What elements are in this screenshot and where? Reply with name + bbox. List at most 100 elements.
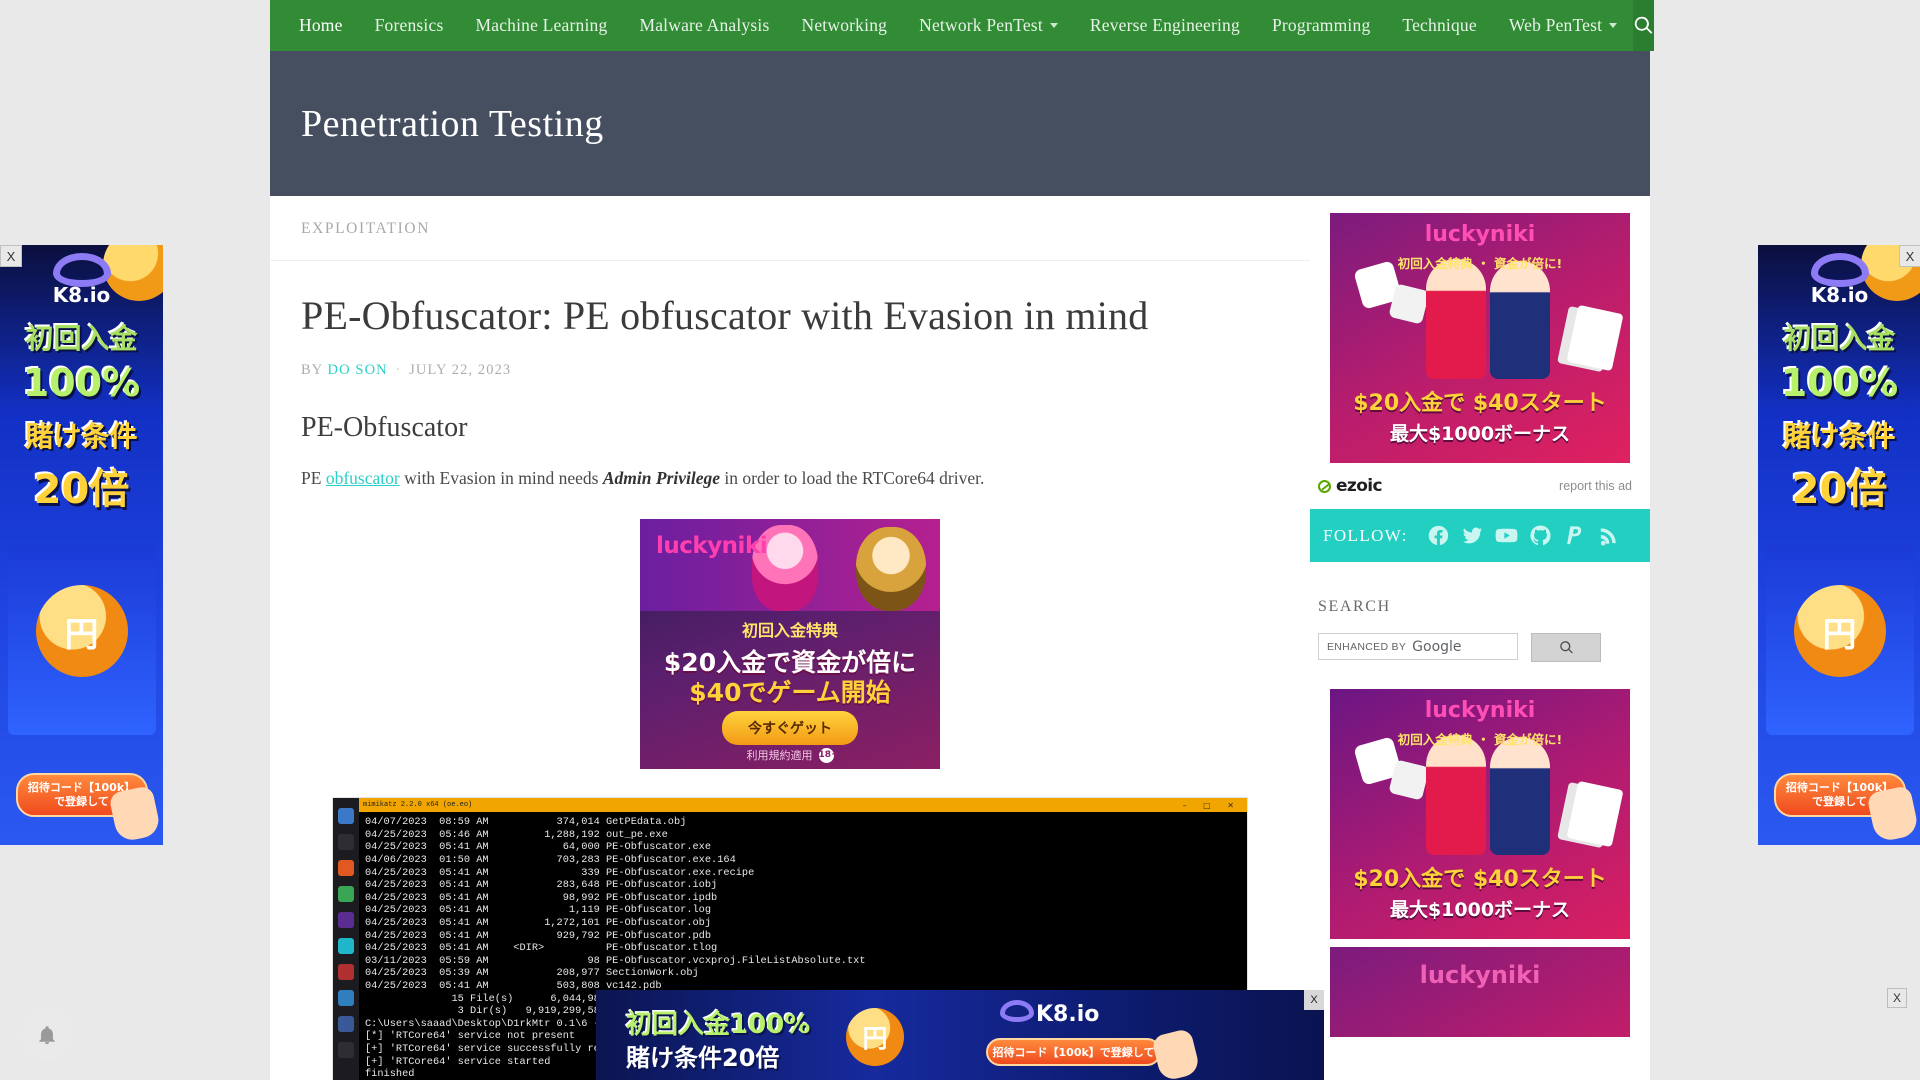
sidebar-ad-bottom[interactable]: luckyniki 初回入金特典 ・ 資金が倍に! $20入金で $40スタート…: [1330, 689, 1630, 939]
nav-item-home[interactable]: Home: [283, 0, 359, 51]
site-container: Home Forensics Machine Learning Malware Ana…: [270, 0, 1655, 1080]
meta-separator: ·: [395, 362, 402, 378]
report-this-ad-link[interactable]: report this ad: [1559, 479, 1632, 493]
terminal-line: 04/25/2023 05:41 AM 1,119 PE-Obfuscator.…: [365, 904, 712, 917]
search-row: ENHANCED BY Google: [1318, 633, 1650, 662]
search-submit-button[interactable]: [1531, 633, 1601, 662]
section-heading: PE-Obfuscator: [301, 412, 468, 443]
bottom-ad-line1: 初回入金100%: [626, 1010, 811, 1040]
cursor-hand-icon: [108, 784, 162, 844]
bottom-ad-outer-close-button[interactable]: X: [1887, 988, 1907, 1008]
search-icon: [1634, 16, 1653, 34]
terminal-line: 04/06/2023 01:50 AM 703,283 PE-Obfuscato…: [365, 854, 736, 867]
yen-coin-icon: [1793, 585, 1886, 677]
category-strip: EXPLOITATION: [270, 196, 1310, 261]
nav-item-network-pentest[interactable]: Network PenTest: [903, 0, 1074, 51]
site-header: Penetration Testing: [270, 51, 1650, 196]
terminal-line: 04/25/2023 05:41 AM 1,272,101 PE-Obfusca…: [365, 917, 712, 929]
nav-item-malware-analysis[interactable]: Malware Analysis: [623, 0, 785, 51]
app-icon: [338, 990, 354, 1007]
facebook-icon[interactable]: [1427, 524, 1450, 547]
right-rail-line3: 賭け条件: [1783, 420, 1896, 453]
nav-item-label: Web PenTest: [1508, 15, 1603, 35]
k8-logo-icon: [1000, 1000, 1034, 1022]
by-label: BY: [301, 362, 323, 378]
left-rail-brand: K8.io: [52, 283, 111, 307]
app-icon: [338, 1016, 354, 1033]
character-graphic: [1490, 261, 1550, 379]
right-rail-ad-close-button[interactable]: X: [1899, 245, 1920, 267]
ezoic-bar: ezoic report this ad: [1310, 463, 1650, 509]
in-article-ad-cta-button[interactable]: 今すぐゲット: [722, 711, 858, 746]
nav-item-reverse-engineering[interactable]: Reverse Engineering: [1074, 0, 1256, 51]
explorer-icon: [338, 886, 354, 903]
app-icon: [338, 938, 354, 955]
paragraph-bold: Admin Privilege: [602, 468, 721, 488]
dice-graphic: [1388, 759, 1430, 801]
bottom-ad-close-button[interactable]: X: [1304, 990, 1324, 1010]
start-icon: [338, 808, 354, 825]
search-icon: [338, 834, 354, 851]
paypal-icon[interactable]: [1563, 524, 1586, 547]
github-icon[interactable]: [1529, 524, 1552, 547]
follow-bar: FOLLOW:: [1310, 509, 1650, 562]
cursor-hand-icon: [1151, 1027, 1201, 1080]
left-rail-line3: 賭け条件: [25, 420, 138, 453]
sidebar-ad-top-line2: $20入金で $40スタート: [1353, 391, 1607, 416]
sidebar-ad-top[interactable]: luckyniki 初回入金特典 ・ 資金が倍に! $20入金で $40スタート…: [1330, 213, 1630, 463]
post-meta: BY DO SON · JULY 22, 2023: [301, 362, 1279, 379]
age-rating-badge: 18+: [818, 748, 839, 764]
nav-item-forensics[interactable]: Forensics: [359, 0, 460, 51]
terminal-line: 04/25/2023 05:41 AM 929,792 PE-Obfuscato…: [365, 929, 712, 942]
sidebar: luckyniki 初回入金特典 ・ 資金が倍に! $20入金で $40スタート…: [1310, 196, 1650, 1080]
ezoic-logo-text: ezoic: [1336, 476, 1383, 496]
terminal-line: 04/25/2023 05:41 AM 98,992 PE-Obfuscator…: [365, 891, 718, 904]
dice-graphic: [1388, 283, 1430, 325]
notification-bell-button[interactable]: [22, 1010, 72, 1060]
bottom-ad-brand: K8.io: [1036, 1002, 1100, 1027]
post-date: JULY 22, 2023: [409, 362, 512, 378]
app-icon: [338, 964, 354, 981]
twitter-icon[interactable]: [1461, 524, 1484, 547]
search-input[interactable]: ENHANCED BY Google: [1318, 633, 1518, 660]
nav-item-technique[interactable]: Technique: [1386, 0, 1492, 51]
in-article-ad[interactable]: luckyniki 初回入金特典 $20入金で資金が倍に $40でゲーム開始 今…: [640, 519, 940, 770]
content-columns: EXPLOITATION PE-Obfuscator: PE obfuscato…: [270, 196, 1650, 1080]
right-rail-line2: 100%: [1780, 361, 1899, 405]
paragraph-pre: PE: [301, 468, 326, 488]
rss-icon[interactable]: [1597, 524, 1620, 547]
terminal-title-bar: mimikatz 2.2.0 x64 (oe.eo) – □ ✕: [333, 798, 1247, 813]
window-controls[interactable]: – □ ✕: [1183, 801, 1241, 810]
character-graphic: [1426, 259, 1486, 379]
chevron-down-icon: [1609, 23, 1618, 28]
left-rail-ad-close-button[interactable]: X: [0, 245, 22, 267]
nav-item-machine-learning[interactable]: Machine Learning: [459, 0, 623, 51]
nav-item-web-pentest[interactable]: Web PenTest: [1493, 0, 1633, 51]
nav-item-list: Home Forensics Machine Learning Malware Ana…: [270, 0, 1633, 51]
nav-item-programming[interactable]: Programming: [1256, 0, 1386, 51]
nav-item-networking[interactable]: Networking: [786, 0, 904, 51]
bottom-sticky-ad[interactable]: 初回入金100% 賭け条件20倍 K8.io 招待コード【100k】で登録して …: [596, 990, 1324, 1080]
right-rail-brand: K8.io: [1810, 283, 1869, 307]
post-author-link[interactable]: DO SON: [328, 362, 388, 378]
nav-item-label: Forensics: [374, 15, 444, 35]
character-graphic: [1490, 737, 1550, 855]
terminal-line: 04/25/2023 05:46 AM 1,288,192 out_pe.exe: [365, 828, 668, 841]
terminal-line: 04/25/2023 05:41 AM <DIR> PE-Obfuscator.…: [365, 942, 718, 955]
left-rail-ad[interactable]: X K8.io 初回入金 100% 賭け条件 20倍 招待コード【100k】 で…: [0, 245, 163, 845]
site-title: Penetration Testing: [301, 102, 604, 145]
sidebar-ad-top-line1: 初回入金特典 ・ 資金が倍に!: [1397, 256, 1563, 271]
sidebar-ad-third[interactable]: luckyniki: [1330, 947, 1630, 1037]
sidebar-ad-top-brand: luckyniki: [1424, 222, 1536, 247]
youtube-icon[interactable]: [1495, 524, 1518, 547]
right-rail-ad[interactable]: X K8.io 初回入金 100% 賭け条件 20倍 招待コード【100k】 で…: [1758, 245, 1920, 845]
yen-coin-icon: [846, 1008, 904, 1066]
bell-icon: [39, 1026, 55, 1045]
post-paragraph: PE obfuscator with Evasion in mind needs…: [301, 465, 1279, 491]
obfuscator-link[interactable]: obfuscator: [326, 468, 400, 488]
nav-item-label: Home: [299, 15, 343, 35]
bottom-ad-cta-button[interactable]: 招待コード【100k】で登録して: [986, 1038, 1161, 1066]
nav-search-button[interactable]: [1633, 0, 1655, 51]
post-category-label[interactable]: EXPLOITATION: [301, 220, 430, 237]
paragraph-post: in order to load the RTCore64 driver.: [720, 468, 985, 488]
